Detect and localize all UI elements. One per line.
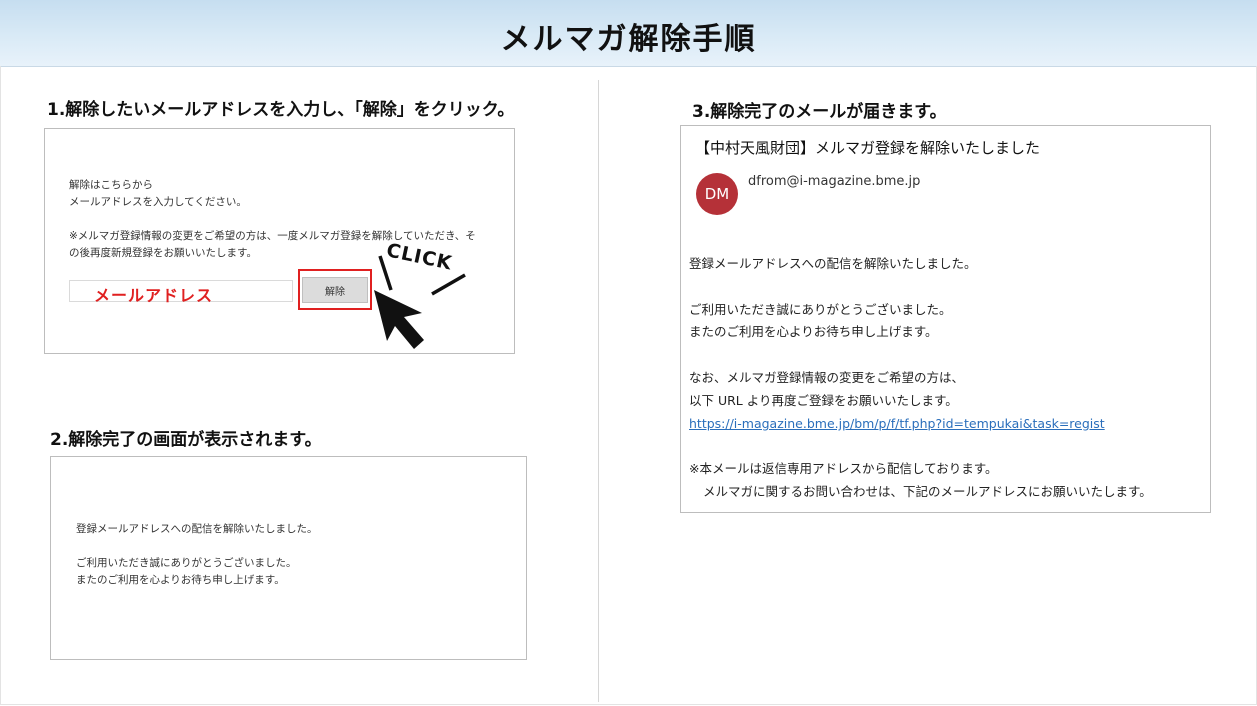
sender-avatar: DM — [696, 173, 738, 215]
mail-subject: 【中村天風財団】メルマガ登録を解除いたしました — [695, 139, 1041, 157]
step1-intro-line2: メールアドレスを入力してください。 — [69, 196, 247, 208]
mail-body-line2: ご利用いただき誠にありがとうございました。 — [689, 302, 952, 317]
step1-note-line2: の後再度新規登録をお願いいたします。 — [69, 247, 257, 259]
email-input[interactable]: メールアドレス — [69, 280, 293, 305]
step1-intro-line1: 解除はこちらから — [69, 179, 153, 191]
mail-body-line7: メルマガに関するお問い合わせは、下記のメールアドレスにお願いいたします。 — [703, 484, 1152, 499]
mail-body-line6: ※本メールは返信専用アドレスから配信しております。 — [689, 461, 998, 476]
mail-reregister-link[interactable]: https://i-magazine.bme.jp/bm/p/f/tf.php?… — [689, 412, 1105, 435]
step2-line2: ご利用いただき誠にありがとうございました。 — [76, 557, 297, 569]
column-divider — [598, 80, 599, 702]
step2-complete-screenshot: 登録メールアドレスへの配信を解除いたしました。 ご利用いただき誠にありがとうござ… — [50, 456, 527, 660]
email-input-placeholder: メールアドレス — [94, 286, 214, 305]
step3-email-screenshot: 【中村天風財団】メルマガ登録を解除いたしました DM dfrom@i-magaz… — [680, 125, 1211, 513]
cursor-arrow-icon — [374, 290, 424, 349]
mail-body-line3: またのご利用を心よりお待ち申し上げます。 — [689, 324, 938, 339]
step2-line3: またのご利用を心よりお待ち申し上げます。 — [76, 574, 285, 586]
mail-body-line4: なお、メルマガ登録情報の変更をご希望の方は、 — [689, 370, 965, 385]
step2-line1: 登録メールアドレスへの配信を解除いたしました。 — [76, 523, 318, 535]
page-title: メルマガ解除手順 — [500, 22, 757, 57]
mail-body-line1: 登録メールアドレスへの配信を解除いたしました。 — [689, 256, 977, 271]
step3-heading: 3.解除完了のメールが届きます。 — [692, 102, 947, 122]
mail-body-line5: 以下 URL より再度ご登録をお願いいたします。 — [689, 393, 958, 408]
step1-heading: 1.解除したいメールアドレスを入力し、「解除」をクリック。 — [47, 100, 515, 120]
header-banner: メルマガ解除手順 — [0, 0, 1257, 67]
mail-from-address: dfrom@i-magazine.bme.jp — [748, 174, 921, 189]
step2-heading: 2.解除完了の画面が表示されます。 — [50, 430, 322, 450]
